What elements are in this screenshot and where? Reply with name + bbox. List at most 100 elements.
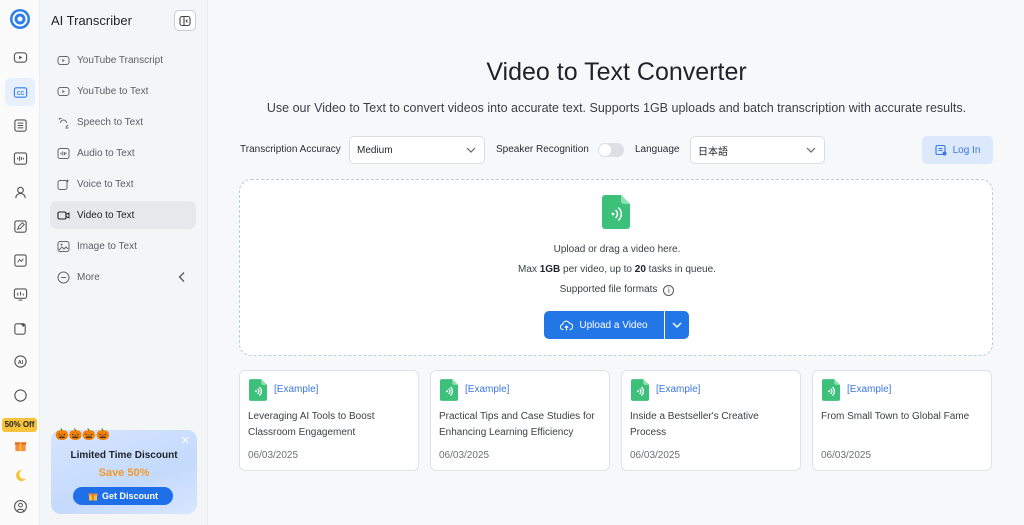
- accuracy-label: Transcription Accuracy: [240, 144, 341, 155]
- example-title: Inside a Bestseller's Creative Process: [630, 411, 759, 438]
- get-discount-button[interactable]: Get Discount: [73, 487, 173, 505]
- login-label: Log In: [952, 144, 981, 156]
- discount-promo-card[interactable]: 🎃🎃🎃🎃 ✕ Limited Time Discount Save 50% Ge…: [51, 429, 197, 514]
- upload-video-button[interactable]: Upload a Video: [544, 311, 664, 339]
- menu-item-label: More: [77, 271, 100, 283]
- sidebar-toggle-icon: [179, 15, 191, 26]
- gift-icon[interactable]: [9, 434, 31, 456]
- menu-item-label: Image to Text: [77, 240, 137, 252]
- page-title: Video to Text Converter: [486, 58, 747, 86]
- youtube-icon: [57, 85, 70, 98]
- supported-formats: Supported file formats i: [240, 284, 994, 296]
- toggle-knob: [599, 144, 611, 156]
- example-tag[interactable]: [Example]: [656, 384, 700, 395]
- upload-prompt: Upload or drag a video here.: [553, 244, 681, 255]
- app-logo-icon[interactable]: [9, 8, 31, 30]
- audio-file-icon: [440, 379, 458, 401]
- menu-item-label: Audio to Text: [77, 147, 135, 159]
- login-icon: [935, 144, 947, 156]
- audio-file-icon: [631, 379, 649, 401]
- example-card[interactable]: [Example] From Small Town to Global Fame…: [812, 370, 992, 471]
- app-title: AI Transcriber: [51, 13, 132, 28]
- menu-item-label: Speech to Text: [77, 116, 143, 128]
- menu-item-voice-to-text[interactable]: Voice to Text: [50, 170, 196, 198]
- chart-icon[interactable]: [9, 283, 31, 305]
- upload-dropzone[interactable]: Upload or drag a video here. Max 1GB per…: [239, 179, 993, 356]
- captions-icon[interactable]: CC: [5, 78, 35, 106]
- pdf-icon[interactable]: [9, 249, 31, 271]
- pumpkin-decoration-icon: 🎃🎃🎃🎃: [55, 429, 110, 441]
- more-icon: [57, 271, 70, 284]
- menu-item-image-to-text[interactable]: Image to Text: [50, 232, 196, 260]
- language-value: 日本語: [698, 146, 728, 158]
- example-title: Practical Tips and Case Studies for Enha…: [439, 411, 595, 438]
- menu-item-youtube-transcript[interactable]: YouTube Transcript: [50, 46, 196, 74]
- example-tag[interactable]: [Example]: [465, 384, 509, 395]
- example-date: 06/03/2025: [439, 450, 490, 461]
- svg-text:CC: CC: [16, 90, 24, 96]
- circle-icon[interactable]: [9, 384, 31, 406]
- example-title: From Small Town to Global Fame: [821, 411, 970, 422]
- info-icon[interactable]: i: [663, 285, 675, 296]
- audio-file-icon: [602, 195, 630, 229]
- speaker-recognition-toggle[interactable]: [598, 143, 624, 157]
- example-title: Leveraging AI Tools to Boost Classroom E…: [248, 411, 375, 438]
- example-card[interactable]: [Example] Practical Tips and Case Studie…: [430, 370, 610, 471]
- language-select[interactable]: 日本語: [690, 136, 825, 164]
- menu-item-speech-to-text[interactable]: Speech to Text: [50, 108, 196, 136]
- gift-icon: [88, 493, 98, 501]
- audio-file-icon: [249, 379, 267, 401]
- example-tag[interactable]: [Example]: [274, 384, 318, 395]
- video-camera-icon: [57, 209, 70, 222]
- menu-item-label: Video to Text: [77, 209, 135, 221]
- promo-save-text: Save 50%: [98, 467, 150, 479]
- svg-text:AI: AI: [17, 359, 23, 365]
- person-voice-icon[interactable]: [9, 181, 31, 203]
- accuracy-select[interactable]: Medium: [349, 136, 485, 164]
- chevron-left-icon: [178, 272, 185, 282]
- upload-options-dropdown[interactable]: [665, 311, 689, 339]
- user-account-icon[interactable]: [9, 495, 31, 517]
- icon-rail: CC AI 50% Off: [0, 0, 40, 525]
- example-card[interactable]: [Example] Inside a Bestseller's Creative…: [621, 370, 801, 471]
- get-discount-label: Get Discount: [101, 491, 158, 501]
- example-date: 06/03/2025: [821, 450, 872, 461]
- moon-icon[interactable]: [9, 464, 31, 486]
- pen-edit-icon[interactable]: [9, 215, 31, 237]
- audio-wave-icon: [57, 147, 70, 160]
- document-list-icon[interactable]: [9, 114, 31, 136]
- speech-icon: [57, 116, 70, 129]
- discount-tag[interactable]: 50% Off: [2, 418, 37, 432]
- example-tag[interactable]: [Example]: [847, 384, 891, 395]
- voice-sparkle-icon: [57, 178, 70, 191]
- audio-wave-icon[interactable]: [9, 147, 31, 169]
- ai-edit-icon[interactable]: [9, 317, 31, 339]
- menu-item-more[interactable]: More: [50, 263, 196, 291]
- side-menu: AI Transcriber YouTube Transcript YouTub…: [40, 0, 208, 525]
- collapse-sidebar-button[interactable]: [174, 10, 196, 31]
- youtube-icon: [57, 54, 70, 67]
- audio-file-icon: [822, 379, 840, 401]
- image-icon: [57, 240, 70, 253]
- accuracy-value: Medium: [357, 144, 393, 156]
- youtube-icon[interactable]: [9, 46, 31, 68]
- menu-item-label: YouTube to Text: [77, 85, 149, 97]
- menu-item-label: Voice to Text: [77, 178, 134, 190]
- menu-item-label: YouTube Transcript: [77, 54, 163, 66]
- speaker-recognition-label: Speaker Recognition: [496, 144, 589, 155]
- example-date: 06/03/2025: [630, 450, 681, 461]
- example-card[interactable]: [Example] Leveraging AI Tools to Boost C…: [239, 370, 419, 471]
- menu-item-audio-to-text[interactable]: Audio to Text: [50, 139, 196, 167]
- upload-limits: Max 1GB per video, up to 20 tasks in que…: [518, 264, 716, 275]
- login-button[interactable]: Log In: [922, 136, 993, 164]
- ai-chat-icon[interactable]: AI: [9, 350, 31, 372]
- language-label: Language: [635, 144, 680, 155]
- close-icon[interactable]: ✕: [181, 434, 190, 447]
- menu-item-video-to-text[interactable]: Video to Text: [50, 201, 196, 229]
- chevron-down-icon: [466, 147, 476, 153]
- cloud-upload-icon: [560, 320, 574, 330]
- chevron-down-icon: [806, 147, 816, 153]
- page-subtitle: Use our Video to Text to convert videos …: [266, 101, 967, 115]
- example-date: 06/03/2025: [248, 450, 299, 461]
- menu-item-youtube-to-text[interactable]: YouTube to Text: [50, 77, 196, 105]
